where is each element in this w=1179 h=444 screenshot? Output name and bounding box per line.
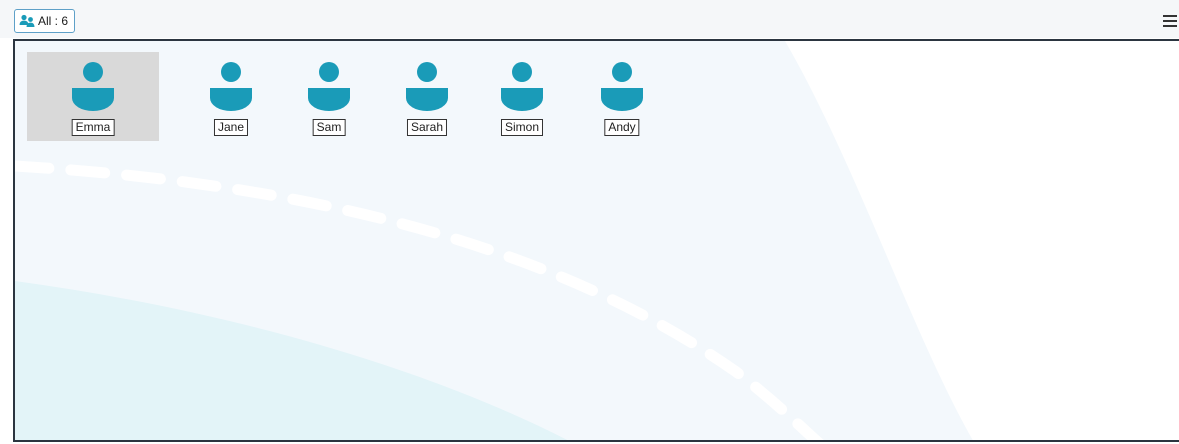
all-filter-button[interactable]: All : 6: [14, 9, 76, 33]
hamburger-menu-icon[interactable]: [1163, 14, 1177, 28]
person-name-label: Andy: [604, 119, 640, 136]
person-name-label: Sarah: [406, 119, 448, 136]
person-name-label: Simon: [500, 119, 544, 136]
person-item[interactable]: Emma: [27, 52, 159, 141]
people-group-icon: [19, 14, 35, 28]
person-avatar-icon: [406, 62, 448, 112]
people-canvas[interactable]: Emma Jane Sam Sarah Simon Andy: [13, 39, 1179, 442]
person-name-label: Sam: [312, 119, 346, 136]
person-avatar-icon: [501, 62, 543, 112]
person-avatar-icon: [210, 62, 252, 112]
toolbar: All : 6: [0, 0, 1179, 38]
person-avatar-icon: [308, 62, 350, 112]
person-name-label: Jane: [213, 119, 249, 136]
all-filter-label: All : 6: [38, 14, 69, 28]
person-avatar-icon: [601, 62, 643, 112]
person-item[interactable]: Andy: [556, 52, 688, 141]
person-name-label: Emma: [71, 119, 115, 136]
person-avatar-icon: [72, 62, 114, 112]
